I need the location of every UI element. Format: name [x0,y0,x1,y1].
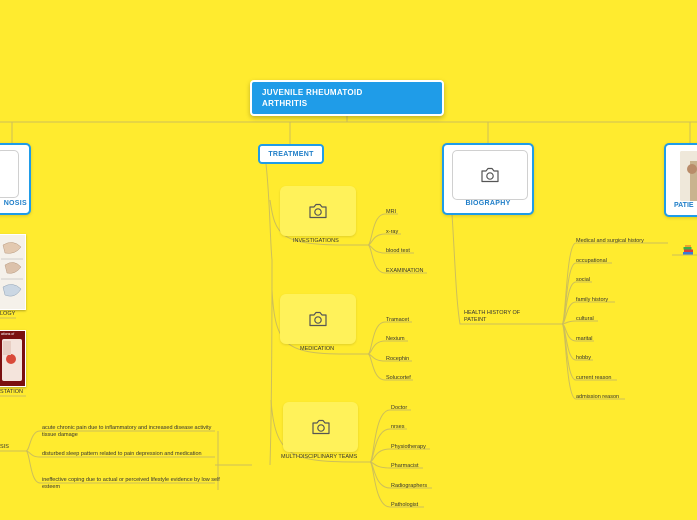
investigations-label[interactable]: INVESTIGATIONS [293,238,339,245]
investigation-item[interactable]: MRI [386,209,396,216]
camera-icon [309,203,327,219]
treatment-topic[interactable]: TREATMENT [258,144,324,164]
joint-diagram-icon [0,235,25,309]
health-history-label[interactable]: HEALTH HISTORY OF PATEINT [464,310,534,323]
team-item[interactable]: Pathologist [391,502,418,509]
team-item[interactable]: Pharmacist [391,463,419,470]
diagnosis-item[interactable]: ineffective coping due to actual or perc… [42,477,222,490]
medication-item[interactable]: Nexium [386,336,405,343]
medication-item[interactable]: Tramacet [386,317,409,324]
books-icon [682,243,694,255]
medication-label[interactable]: MEDICATION [300,346,334,353]
manifestation-image: ations of [0,330,26,387]
patient-photo [680,151,697,201]
patient-title: PATIE [674,202,694,209]
team-item[interactable]: Physiotherapy [391,444,426,451]
pathology-image [0,234,26,310]
diagnosis-title: NOSIS [3,200,27,207]
history-item[interactable]: current reason [576,375,611,382]
medication-image-placeholder[interactable] [280,294,356,344]
team-item[interactable]: Radiographers [391,483,427,490]
investigation-item[interactable]: blood test [386,248,410,255]
investigation-item[interactable]: EXAMINATION [386,268,424,275]
medication-item[interactable]: Solucortef [386,375,411,382]
diagnosis-card[interactable]: NOSIS [0,143,31,215]
history-item[interactable]: cultural [576,316,594,323]
history-item[interactable]: occupational [576,258,607,265]
camera-icon [481,167,499,183]
team-item[interactable]: nrses [391,424,404,431]
nursing-diagnosis-label: SIS [0,444,9,450]
investigation-item[interactable]: x-ray [386,229,398,236]
team-item[interactable]: Doctor [391,405,407,412]
manifestation-label: STATION [0,389,24,395]
history-item[interactable]: hobby [576,355,591,362]
medication-item[interactable]: Rocephin [386,356,409,363]
biography-title: BIOGRAPHY [465,200,511,207]
patient-card[interactable]: PATIE [664,143,697,217]
camera-icon [309,311,327,327]
diagnosis-image [0,150,19,198]
diagnosis-item[interactable]: acute chronic pain due to inflammatory a… [42,425,222,438]
treatment-title: TREATMENT [268,150,314,158]
camera-icon [311,419,330,435]
team-label[interactable]: MULTI-DISCIPLINARY TEAMS [281,454,357,461]
biography-card[interactable]: BIOGRAPHY [442,143,534,215]
diagnosis-item[interactable]: disturbed sleep pattern related to pain … [42,451,207,458]
history-item[interactable]: social [576,277,590,284]
biography-image-placeholder [452,150,528,200]
manifestation-photo-icon [2,339,22,381]
investigations-image-placeholder[interactable] [280,186,356,236]
team-image-placeholder[interactable] [283,402,358,452]
history-item[interactable]: Medical and surgical history [576,238,644,245]
history-item[interactable]: family history [576,297,608,304]
history-item[interactable]: admission reason [576,394,619,401]
root-topic[interactable]: JUVENILE RHEUMATOID ARTHRITIS [250,80,444,116]
pathology-label: LOGY [0,311,16,317]
root-title: JUVENILE RHEUMATOID ARTHRITIS [262,88,363,108]
history-item[interactable]: marital [576,336,593,343]
